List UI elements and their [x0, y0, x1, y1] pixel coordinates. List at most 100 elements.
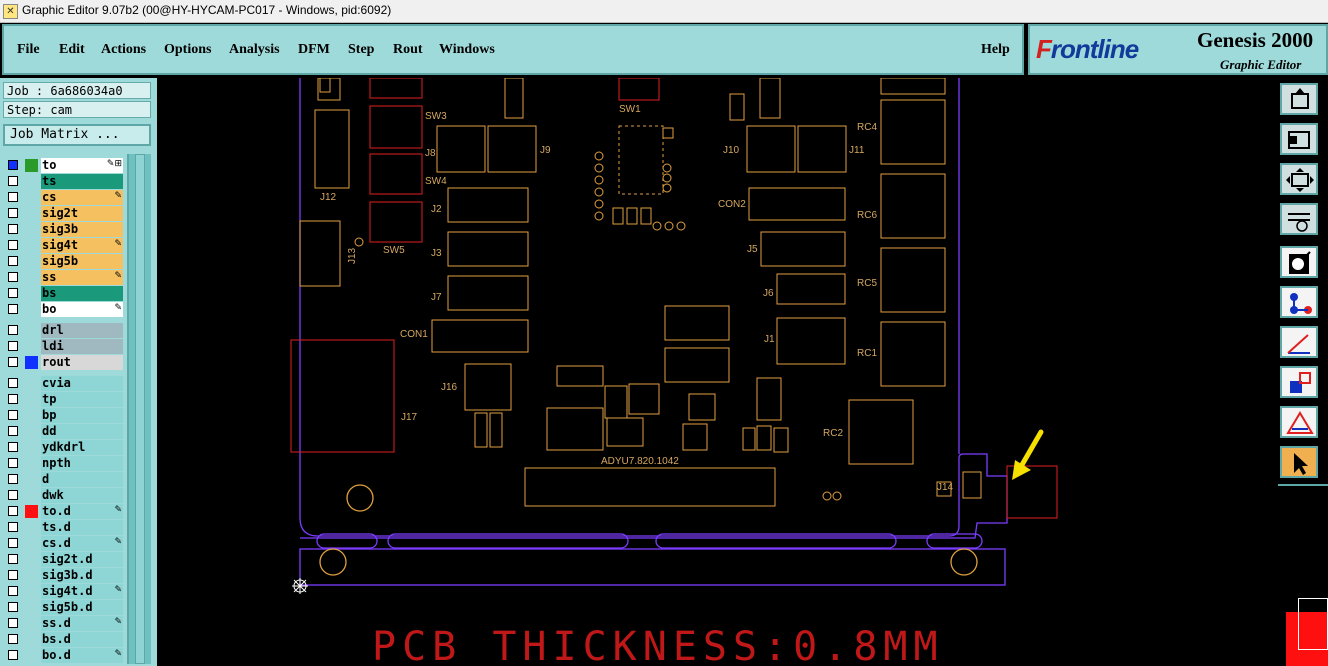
layer-row-bo[interactable]: bo ✎: [5, 302, 125, 318]
layer-name[interactable]: ss.d: [41, 616, 123, 631]
layer-checkbox[interactable]: [8, 357, 18, 367]
layer-row-bo-d[interactable]: bo.d ✎: [5, 648, 125, 664]
layer-row-d[interactable]: d: [5, 472, 125, 488]
layer-name[interactable]: bs: [41, 286, 123, 301]
layer-checkbox[interactable]: [8, 256, 18, 266]
menu-analysis[interactable]: Analysis: [229, 42, 280, 58]
layer-name[interactable]: dwk: [41, 488, 123, 503]
layer-checkbox[interactable]: [8, 288, 18, 298]
layer-name[interactable]: ydkdrl: [41, 440, 123, 455]
layer-checkbox[interactable]: [8, 325, 18, 335]
layer-checkbox[interactable]: [8, 586, 18, 596]
overview-viewport[interactable]: [1298, 598, 1328, 650]
layer-row-cs[interactable]: cs ✎: [5, 190, 125, 206]
layer-checkbox[interactable]: [8, 570, 18, 580]
layer-name[interactable]: sig4t.d: [41, 584, 123, 599]
layer-checkbox[interactable]: [8, 538, 18, 548]
menu-help[interactable]: Help: [981, 42, 1010, 58]
layer-checkbox[interactable]: [8, 410, 18, 420]
layer-row-sig5b-d[interactable]: sig5b.d: [5, 600, 125, 616]
menu-rout[interactable]: Rout: [393, 42, 423, 58]
layer-checkbox[interactable]: [8, 224, 18, 234]
layer-checkbox[interactable]: [8, 634, 18, 644]
layer-scrollbar[interactable]: [127, 154, 151, 664]
layer-checkbox[interactable]: [8, 176, 18, 186]
layer-name[interactable]: to.d: [41, 504, 123, 519]
layer-row-cs-d[interactable]: cs.d ✎: [5, 536, 125, 552]
layer-row-sig2t[interactable]: sig2t: [5, 206, 125, 222]
layer-row-sig2t-d[interactable]: sig2t.d: [5, 552, 125, 568]
layer-row-rout[interactable]: rout: [5, 355, 125, 371]
layer-row-dwk[interactable]: dwk: [5, 488, 125, 504]
graphic-canvas[interactable]: SW3 SW4 SW5 SW1 J12 J8 J9 J2 J3 J7 CON1 …: [157, 78, 1278, 666]
pointer-button[interactable]: [1280, 446, 1318, 478]
layer-row-sig3b-d[interactable]: sig3b.d: [5, 568, 125, 584]
snap-button[interactable]: [1280, 366, 1318, 398]
menu-edit[interactable]: Edit: [59, 42, 85, 58]
layer-row-bs[interactable]: bs: [5, 286, 125, 302]
layer-checkbox[interactable]: [8, 554, 18, 564]
layer-name[interactable]: dd: [41, 424, 123, 439]
layer-checkbox[interactable]: [8, 192, 18, 202]
layer-name[interactable]: ts.d: [41, 520, 123, 535]
layer-name[interactable]: sig2t: [41, 206, 123, 221]
layer-row-ydkdrl[interactable]: ydkdrl: [5, 440, 125, 456]
layer-checkbox[interactable]: [8, 272, 18, 282]
layer-row-dd[interactable]: dd: [5, 424, 125, 440]
layer-checkbox[interactable]: [8, 341, 18, 351]
menu-options[interactable]: Options: [164, 42, 211, 58]
layer-row-to[interactable]: to ✎⊞: [5, 158, 125, 174]
layer-name[interactable]: sig5b.d: [41, 600, 123, 615]
triangle-button[interactable]: [1280, 406, 1318, 438]
layer-name[interactable]: ss: [41, 270, 123, 285]
layer-row-to-d[interactable]: to.d ✎: [5, 504, 125, 520]
layer-checkbox[interactable]: [8, 160, 18, 170]
layer-checkbox[interactable]: [8, 442, 18, 452]
layer-row-drl[interactable]: drl: [5, 323, 125, 339]
layer-checkbox[interactable]: [8, 650, 18, 660]
layer-name[interactable]: cs: [41, 190, 123, 205]
layer-row-sig3b[interactable]: sig3b: [5, 222, 125, 238]
angle-button[interactable]: [1280, 326, 1318, 358]
layer-row-ts-d[interactable]: ts.d: [5, 520, 125, 536]
layer-name[interactable]: tp: [41, 392, 123, 407]
layer-row-sig4t[interactable]: sig4t ✎: [5, 238, 125, 254]
layer-checkbox[interactable]: [8, 490, 18, 500]
layer-name[interactable]: cs.d: [41, 536, 123, 551]
layer-checkbox[interactable]: [8, 458, 18, 468]
layer-row-ldi[interactable]: ldi: [5, 339, 125, 355]
layer-checkbox[interactable]: [8, 522, 18, 532]
layer-name[interactable]: drl: [41, 323, 123, 338]
layer-checkbox[interactable]: [8, 240, 18, 250]
layer-checkbox[interactable]: [8, 208, 18, 218]
layer-name[interactable]: bo.d: [41, 648, 123, 663]
layer-name[interactable]: ldi: [41, 339, 123, 354]
menu-actions[interactable]: Actions: [101, 42, 146, 58]
layer-name[interactable]: rout: [41, 355, 123, 370]
zoom-home-button[interactable]: [1280, 83, 1318, 115]
menu-dfm[interactable]: DFM: [298, 42, 330, 58]
layer-checkbox[interactable]: [8, 426, 18, 436]
measure-button[interactable]: [1280, 203, 1318, 235]
menu-windows[interactable]: Windows: [439, 42, 495, 58]
layer-row-bs-d[interactable]: bs.d: [5, 632, 125, 648]
net-button[interactable]: [1280, 286, 1318, 318]
layer-name[interactable]: d: [41, 472, 123, 487]
menu-step[interactable]: Step: [348, 42, 374, 58]
layer-row-ts[interactable]: ts: [5, 174, 125, 190]
layer-row-bp[interactable]: bp: [5, 408, 125, 424]
layer-name[interactable]: bp: [41, 408, 123, 423]
layer-row-sig4t-d[interactable]: sig4t.d ✎: [5, 584, 125, 600]
layer-checkbox[interactable]: [8, 506, 18, 516]
zoom-fit-button[interactable]: [1280, 123, 1318, 155]
layer-name[interactable]: bs.d: [41, 632, 123, 647]
layer-name[interactable]: sig4t: [41, 238, 123, 253]
layer-name[interactable]: cvia: [41, 376, 123, 391]
layer-name[interactable]: sig3b: [41, 222, 123, 237]
layer-row-ss[interactable]: ss ✎: [5, 270, 125, 286]
menu-file[interactable]: File: [17, 42, 40, 58]
layer-checkbox[interactable]: [8, 394, 18, 404]
layer-row-ss-d[interactable]: ss.d ✎: [5, 616, 125, 632]
layer-name[interactable]: bo: [41, 302, 123, 317]
pcb-drawing[interactable]: SW3 SW4 SW5 SW1 J12 J8 J9 J2 J3 J7 CON1 …: [157, 78, 1278, 666]
